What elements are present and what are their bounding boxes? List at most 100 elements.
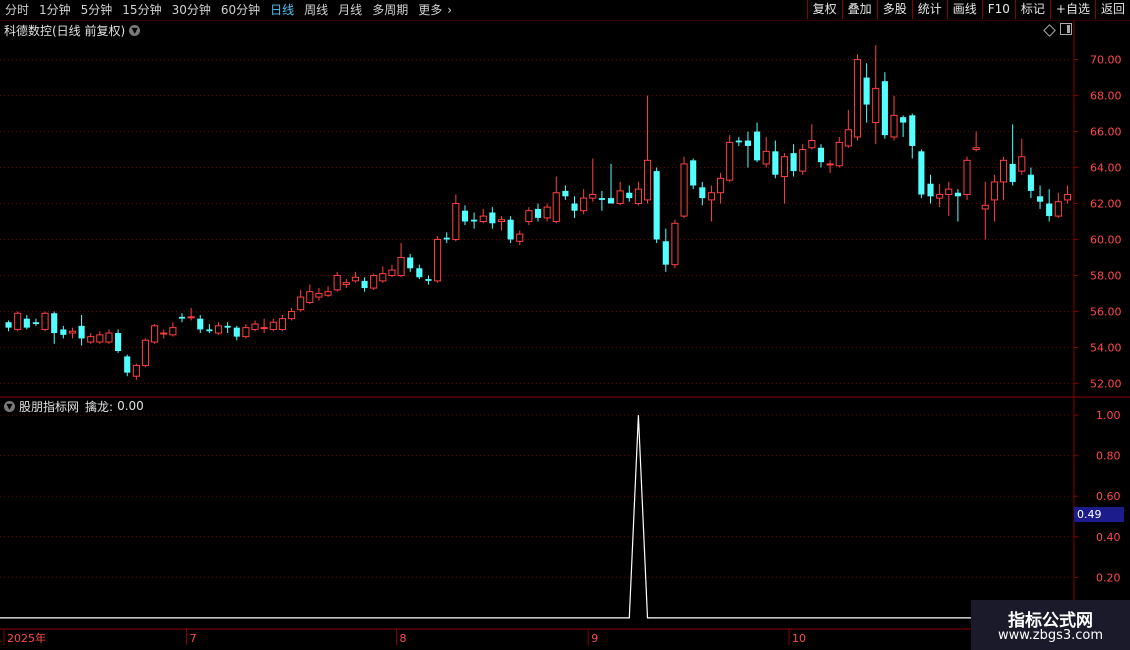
- candle-15: [141, 338, 150, 368]
- candle-body: [78, 325, 85, 339]
- candle-44: [407, 253, 414, 272]
- candle-body: [772, 151, 779, 175]
- candle-57: [525, 207, 533, 226]
- candle-body: [945, 188, 953, 196]
- candle-body: [1018, 156, 1026, 172]
- candle-21: [197, 315, 204, 334]
- candle-body: [990, 181, 998, 201]
- candle-88: [808, 124, 816, 150]
- candle-body: [1063, 194, 1072, 201]
- candle-7: [68, 327, 77, 339]
- candle-body: [224, 325, 231, 328]
- candle-body: [516, 233, 524, 242]
- candle-body: [643, 159, 652, 201]
- candle-94: [863, 63, 870, 123]
- candle-body: [726, 141, 734, 181]
- candle-116: [1063, 185, 1072, 204]
- candle-92: [844, 109, 852, 148]
- candle-79: [726, 135, 734, 182]
- price-tick-label: 68.00: [1090, 90, 1122, 103]
- candle-body: [287, 310, 296, 320]
- candle-body: [808, 140, 816, 149]
- candle-body: [178, 316, 186, 319]
- candle-body: [1054, 201, 1062, 217]
- candle-103: [945, 181, 953, 217]
- candle-39: [361, 277, 368, 292]
- candle-body: [963, 159, 971, 196]
- candle-20: [187, 307, 195, 321]
- candle-13: [124, 354, 131, 377]
- price-tick-label: 70.00: [1090, 54, 1122, 67]
- candle-body: [416, 268, 423, 278]
- candle-96: [881, 72, 888, 139]
- candle-12: [115, 329, 122, 353]
- price-tick-label: 62.00: [1090, 198, 1122, 211]
- candle-48: [443, 232, 450, 244]
- candle-body: [169, 327, 177, 336]
- candle-41: [379, 266, 387, 283]
- candle-59: [543, 203, 551, 222]
- candle-body: [60, 329, 67, 335]
- candle-87: [799, 144, 807, 175]
- candle-70: [643, 95, 652, 204]
- candle-19: [178, 313, 186, 323]
- candle-body: [690, 160, 697, 186]
- candle-25: [233, 325, 240, 341]
- candle-47: [434, 235, 442, 283]
- candle-body: [653, 171, 660, 240]
- candle-24: [224, 322, 231, 334]
- candle-76: [699, 181, 706, 206]
- candle-106: [972, 131, 980, 152]
- candle-body: [589, 194, 597, 199]
- candle-body: [580, 197, 588, 212]
- candle-body: [799, 149, 807, 172]
- candle-56: [516, 230, 524, 245]
- candle-body: [927, 183, 934, 197]
- candle-97: [890, 95, 898, 141]
- candle-body: [151, 325, 159, 343]
- chevron-down-icon[interactable]: ▼: [4, 400, 15, 412]
- candle-5: [51, 311, 58, 344]
- price-tick-label: 66.00: [1090, 126, 1122, 139]
- candlestick-series: [5, 45, 1072, 380]
- candle-14: [132, 363, 140, 380]
- candle-body: [23, 318, 30, 328]
- indicator-tick-label: 0.20: [1096, 571, 1121, 584]
- candle-body: [754, 131, 761, 161]
- candle-114: [1046, 189, 1053, 222]
- candle-body: [425, 279, 432, 281]
- candle-body: [507, 219, 514, 240]
- candle-105: [963, 156, 971, 200]
- indicator-title-row: ▼ 股朋指标网 擒龙: 0.00: [4, 399, 144, 414]
- candle-body: [936, 194, 944, 199]
- candle-108: [990, 174, 998, 222]
- candle-body: [197, 318, 204, 330]
- candle-body: [434, 238, 442, 282]
- candle-body: [96, 334, 104, 343]
- candle-33: [306, 284, 314, 305]
- candle-body: [525, 210, 533, 222]
- candle-body: [534, 208, 542, 218]
- candle-body: [671, 222, 679, 266]
- candle-body: [735, 140, 742, 143]
- candle-body: [5, 322, 12, 328]
- candle-102: [936, 183, 944, 208]
- candle-body: [187, 316, 195, 319]
- candle-2: [23, 315, 30, 330]
- candle-body: [342, 282, 350, 285]
- candle-81: [744, 131, 752, 168]
- candle-62: [571, 196, 578, 218]
- candle-body: [141, 339, 150, 366]
- candle-body: [479, 215, 487, 222]
- candle-body: [762, 150, 770, 165]
- candle-109: [999, 156, 1008, 200]
- candle-body: [333, 274, 341, 291]
- candle-body: [1027, 174, 1034, 191]
- indicator-value: 0.00: [117, 399, 144, 413]
- candle-body: [744, 140, 752, 146]
- date-tick-label: 9: [591, 632, 598, 645]
- candle-55: [507, 216, 514, 244]
- kline-chart[interactable]: 70.0068.0066.0064.0062.0060.0058.0056.00…: [0, 0, 1130, 650]
- candle-17: [160, 329, 168, 339]
- price-tick-label: 54.00: [1090, 341, 1122, 354]
